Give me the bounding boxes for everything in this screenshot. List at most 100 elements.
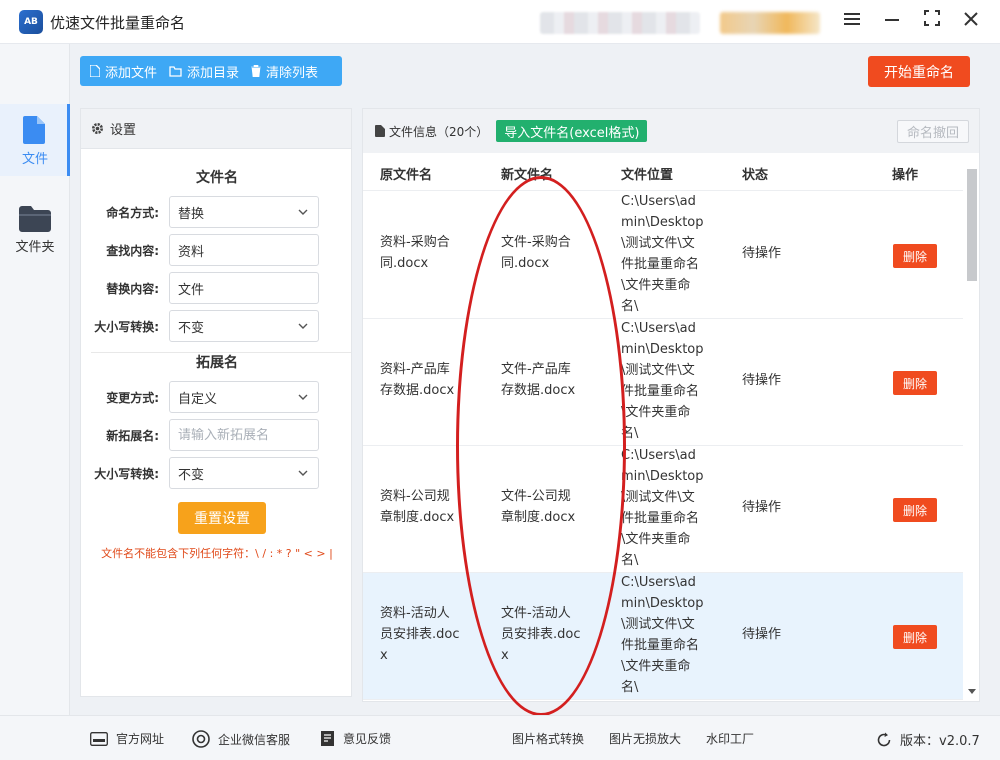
cell-line: 件批量重命名 xyxy=(621,257,700,272)
start-rename-button[interactable]: 开始重命名 xyxy=(868,56,970,87)
replace-field[interactable] xyxy=(178,280,310,296)
table-row[interactable]: 资料-产品库 存数据.docx 文件-产品库 存数据.docx C:\Users\a… xyxy=(363,319,963,446)
nav-item-label: 文件夹 xyxy=(15,240,55,255)
delete-button[interactable]: 删除 xyxy=(893,244,937,268)
ext-mode-label: 变更方式: xyxy=(106,391,159,405)
original-name-cell: 资料-采购合 同.docx xyxy=(380,232,450,274)
new-name-cell: 文件-采购合 同.docx xyxy=(501,232,571,274)
table-row[interactable]: 资料-活动人 员安排表.doc x 文件-活动人 员安排表.doc x C:\Users… xyxy=(363,573,963,700)
cell-line: 名\ xyxy=(621,553,639,568)
invalid-chars-warning: 文件名不能包含下列任何字符：\ / : * ? " < > | xyxy=(101,547,333,560)
cell-line: 章制度.docx xyxy=(380,510,455,525)
chevron-down-icon xyxy=(298,470,308,476)
delete-button[interactable]: 删除 xyxy=(893,625,937,649)
wechat-label: 企业微信客服 xyxy=(218,732,291,747)
col-action: 操作 xyxy=(892,168,919,183)
location-cell: C:\Users\ad min\Desktop \测试文件\文 件批量重命名 \文件夹重… xyxy=(621,572,704,698)
add-file-button[interactable]: 添加文件 xyxy=(80,56,163,86)
cell-line: 资料-采购合 xyxy=(380,235,450,250)
new-ext-input[interactable] xyxy=(169,419,319,451)
version-label: 版本： xyxy=(900,734,940,749)
add-dir-icon xyxy=(169,65,182,77)
add-file-icon xyxy=(90,65,100,77)
location-cell: C:\Users\ad min\Desktop \测试文件\文 件批量重命名 \文件夹重… xyxy=(621,445,704,571)
status-cell: 待操作 xyxy=(742,373,782,388)
scroll-down-icon[interactable] xyxy=(968,689,976,695)
add-dir-button[interactable]: 添加目录 xyxy=(163,56,245,86)
maximize-icon[interactable] xyxy=(921,10,943,32)
ext-section-title: 拓展名 xyxy=(196,355,238,371)
clear-list-button[interactable]: 清除列表 xyxy=(245,56,324,86)
delete-button[interactable]: 删除 xyxy=(893,498,937,522)
cell-line: 件批量重命名 xyxy=(621,638,700,653)
naming-mode-label: 命名方式: xyxy=(106,206,159,220)
undo-rename-button[interactable]: 命名撤回 xyxy=(897,120,969,143)
blurred-account-info xyxy=(540,12,700,34)
cell-line: C:\Users\ad xyxy=(621,321,696,336)
naming-mode-select[interactable]: 替换 xyxy=(169,196,319,228)
original-name-cell: 资料-产品库 存数据.docx xyxy=(380,359,454,401)
settings-title: 设置 xyxy=(110,123,137,138)
ext-case-select[interactable]: 不变 xyxy=(169,457,319,489)
cell-line: 资料-公司规 xyxy=(380,489,450,504)
new-ext-field[interactable] xyxy=(178,427,310,443)
replace-input[interactable] xyxy=(169,272,319,304)
cell-line: \文件夹重命 xyxy=(621,278,691,293)
wechat-support-link[interactable]: 企业微信客服 xyxy=(192,730,290,748)
cell-line: C:\Users\ad xyxy=(621,575,696,590)
folder-icon xyxy=(19,206,51,232)
find-field[interactable] xyxy=(178,242,310,258)
blurred-vip-badge xyxy=(720,12,820,34)
cell-line: \文件夹重命 xyxy=(621,532,691,547)
chevron-down-icon xyxy=(298,323,308,329)
menu-icon[interactable] xyxy=(841,10,863,32)
close-icon[interactable] xyxy=(960,10,982,32)
website-link[interactable]: 官方网址 xyxy=(90,730,164,747)
cell-line: 存数据.docx xyxy=(501,383,576,398)
original-name-cell: 资料-活动人 员安排表.doc x xyxy=(380,603,460,666)
file-list-header: 文件信息 （20个） 导入文件名(excel格式) 命名撤回 xyxy=(363,109,979,153)
cell-line: C:\Users\ad xyxy=(621,194,696,209)
cell-line: 存数据.docx xyxy=(380,383,455,398)
chevron-down-icon xyxy=(298,394,308,400)
case-select[interactable]: 不变 xyxy=(169,310,319,342)
cell-line: \测试文件\文 xyxy=(621,236,695,251)
find-input[interactable] xyxy=(169,234,319,266)
import-excel-button[interactable]: 导入文件名(excel格式) xyxy=(496,120,648,142)
case-label: 大小写转换: xyxy=(94,320,159,334)
nav-item-folder[interactable]: 文件夹 xyxy=(0,192,70,264)
cell-line: \文件夹重命 xyxy=(621,659,691,674)
img-enlarge-link[interactable]: 图片无损放大 xyxy=(609,730,681,747)
scrollbar[interactable] xyxy=(966,169,978,701)
cell-line: 件批量重命名 xyxy=(621,511,700,526)
cell-line: \测试文件\文 xyxy=(621,617,695,632)
file-count: （20个） xyxy=(437,124,489,139)
reset-settings-button[interactable]: 重置设置 xyxy=(178,502,266,534)
table-row[interactable]: 资料-采购合 同.docx 文件-采购合 同.docx C:\Users\ad min… xyxy=(363,192,963,319)
cell-line: \测试文件\文 xyxy=(621,490,695,505)
wechat-icon xyxy=(192,730,210,748)
nav-item-file[interactable]: 文件 xyxy=(0,104,70,176)
table-row[interactable]: 资料-公司规 章制度.docx 文件-公司规 章制度.docx C:\Users\a… xyxy=(363,446,963,573)
version-info[interactable]: 版本：v2.0.7 xyxy=(876,730,980,749)
new-name-cell: 文件-公司规 章制度.docx xyxy=(501,486,575,528)
settings-panel: 设置 文件名 命名方式: 替换 查找内容: 替换内容: 大小写转换: 不变 拓展… xyxy=(80,108,352,697)
feedback-label: 意见反馈 xyxy=(343,732,392,746)
website-label: 官方网址 xyxy=(116,732,165,746)
delete-button[interactable]: 删除 xyxy=(893,371,937,395)
col-original-name: 原文件名 xyxy=(380,168,433,183)
cell-line: 资料-活动人 xyxy=(380,606,450,621)
left-nav: 文件 文件夹 xyxy=(0,44,70,715)
feedback-link[interactable]: 意见反馈 xyxy=(320,730,391,747)
cell-line: min\Desktop xyxy=(621,342,704,357)
minimize-icon[interactable] xyxy=(881,10,903,32)
new-ext-label: 新拓展名: xyxy=(106,429,159,443)
add-dir-label: 添加目录 xyxy=(187,65,240,81)
ext-mode-select[interactable]: 自定义 xyxy=(169,381,319,413)
ext-mode-value: 自定义 xyxy=(178,391,218,407)
watermark-link[interactable]: 水印工厂 xyxy=(706,730,754,747)
file-info-label: 文件信息 xyxy=(389,124,438,139)
scrollbar-thumb[interactable] xyxy=(967,169,977,281)
filename-section-title: 文件名 xyxy=(196,170,238,186)
img-convert-link[interactable]: 图片格式转换 xyxy=(512,730,584,747)
